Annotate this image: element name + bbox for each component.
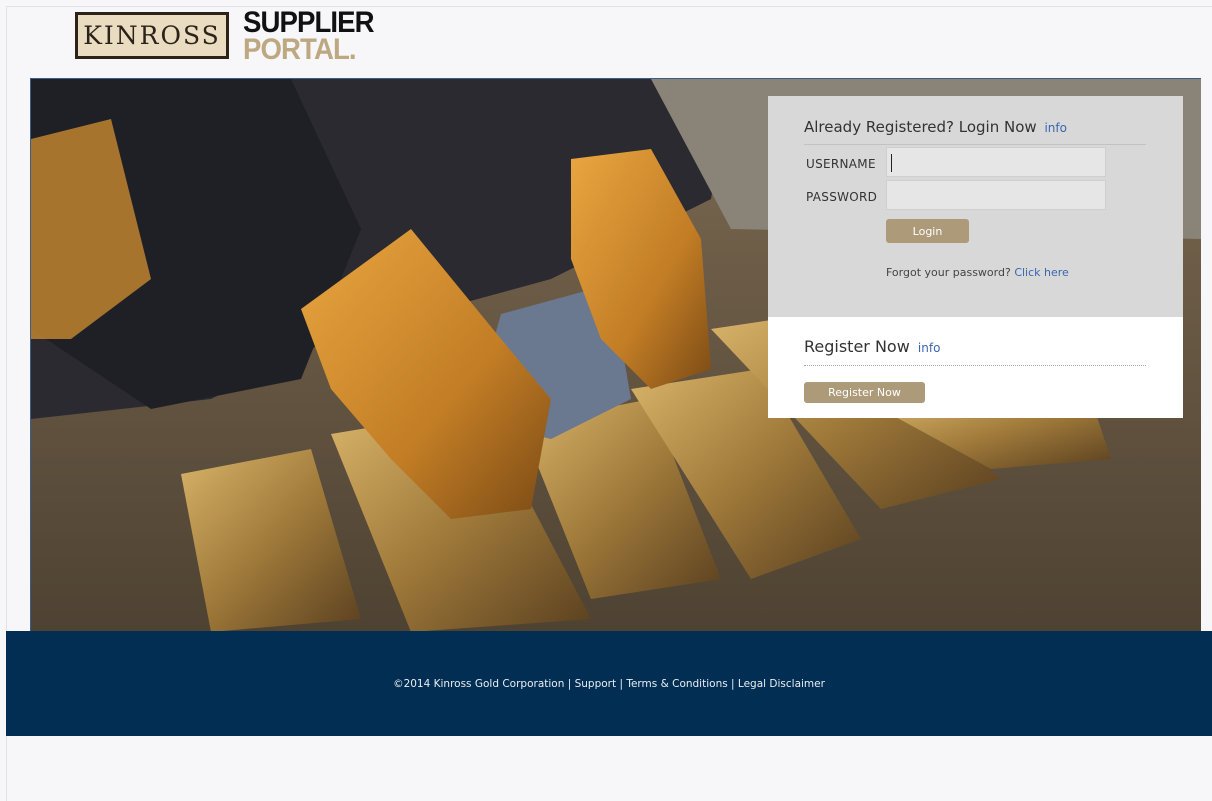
- footer-separator: |: [564, 677, 575, 690]
- login-title-text: Already Registered? Login Now: [804, 118, 1037, 136]
- footer-separator: |: [616, 677, 627, 690]
- footer-text: ©2014 Kinross Gold Corporation | Support…: [393, 678, 825, 690]
- login-info-link[interactable]: info: [1044, 121, 1067, 135]
- register-panel: Register Now info Register Now: [768, 317, 1183, 418]
- forgot-password-link[interactable]: Click here: [1014, 266, 1069, 279]
- forgot-password: Forgot your password? Click here: [886, 266, 1069, 279]
- register-now-button[interactable]: Register Now: [804, 382, 925, 403]
- forgot-password-text: Forgot your password?: [886, 266, 1011, 279]
- footer-support-link[interactable]: Support: [575, 678, 617, 690]
- register-info-link[interactable]: info: [918, 341, 941, 355]
- login-panel: Already Registered? Login Now info USERN…: [768, 96, 1183, 317]
- username-input[interactable]: [886, 147, 1106, 177]
- login-divider: [804, 144, 1146, 145]
- footer-legal-link[interactable]: Legal Disclaimer: [738, 678, 825, 690]
- username-label: USERNAME: [806, 157, 876, 171]
- kinross-logo-text: KINROSS: [83, 21, 221, 50]
- supplier-portal-logo: SUPPLIER PORTAL.: [243, 8, 403, 66]
- password-input[interactable]: [886, 180, 1106, 210]
- footer-copyright: ©2014 Kinross Gold Corporation: [393, 677, 565, 690]
- footer-terms-link[interactable]: Terms & Conditions: [626, 678, 727, 690]
- footer: ©2014 Kinross Gold Corporation | Support…: [6, 631, 1212, 736]
- password-label: PASSWORD: [806, 190, 878, 204]
- login-button[interactable]: Login: [886, 219, 969, 243]
- register-divider: [804, 365, 1146, 366]
- register-title: Register Now info: [804, 337, 940, 356]
- kinross-logo[interactable]: KINROSS: [75, 12, 229, 59]
- login-title: Already Registered? Login Now info: [804, 118, 1067, 136]
- footer-separator: |: [727, 677, 738, 690]
- text-caret: [891, 154, 892, 172]
- register-title-text: Register Now: [804, 337, 910, 356]
- supplier-portal-line2: PORTAL.: [243, 33, 357, 66]
